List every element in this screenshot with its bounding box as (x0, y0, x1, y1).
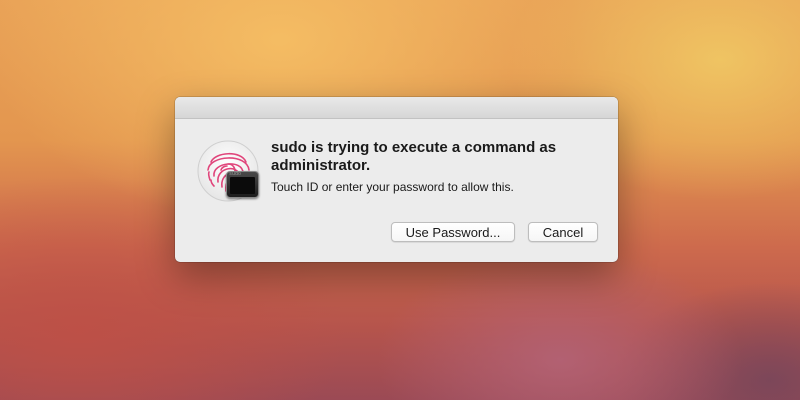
dialog-titlebar (175, 97, 618, 119)
dialog-info-text: Touch ID or enter your password to allow… (271, 180, 514, 194)
use-password-button[interactable]: Use Password... (391, 222, 515, 242)
terminal-badge-text: sudo (229, 171, 242, 177)
app-icon: sudo (197, 140, 259, 202)
dialog-message: sudo is trying to execute a command as a… (271, 139, 557, 174)
terminal-screen (230, 177, 255, 194)
terminal-icon: sudo (226, 171, 259, 198)
cancel-button[interactable]: Cancel (528, 222, 598, 242)
authorization-dialog: sudo sudo is trying to execute a command… (175, 97, 618, 262)
